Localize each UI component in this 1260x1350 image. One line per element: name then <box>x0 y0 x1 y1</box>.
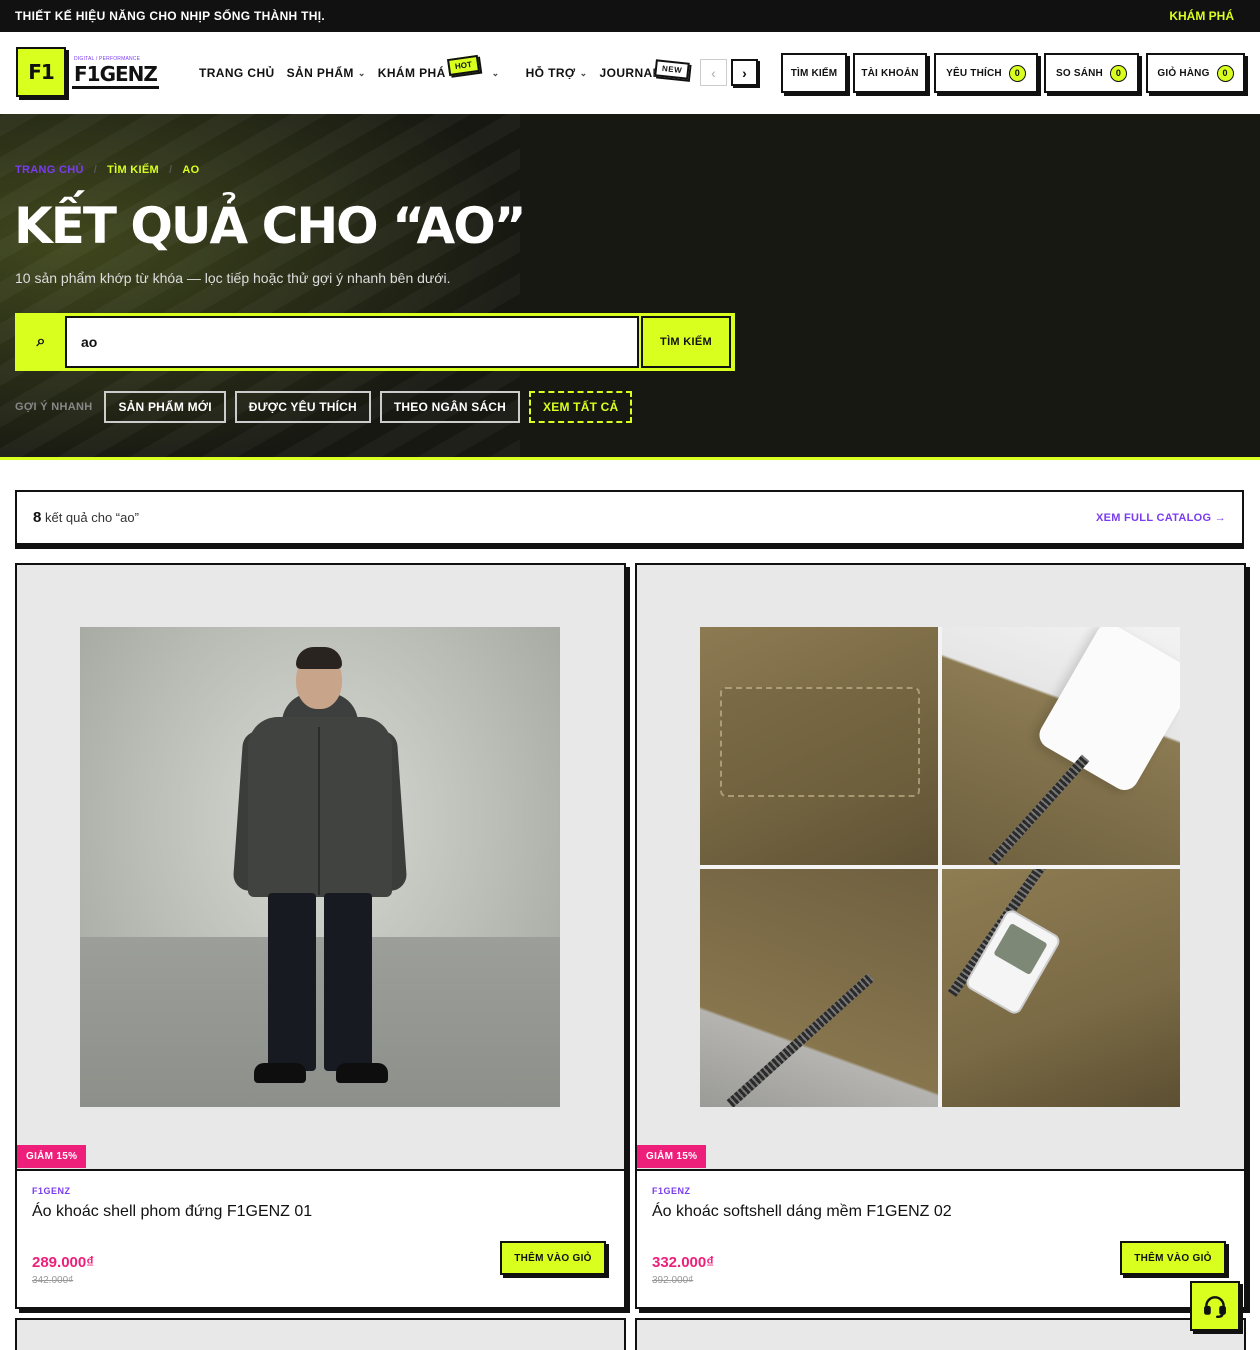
logo-wordmark: F1GENZ <box>72 62 159 89</box>
product-brand: F1GENZ <box>32 1186 71 1196</box>
breadcrumb-current: AO <box>182 164 200 176</box>
topbar-explore-link[interactable]: KHÁM PHÁ <box>1169 9 1234 23</box>
nav-item-support[interactable]: HỖ TRỢ ⌄ <box>526 66 588 80</box>
product-card[interactable] <box>15 1318 626 1350</box>
product-image-area[interactable]: GIẢM 15% <box>17 565 624 1171</box>
logo-mark: F1 <box>16 47 66 97</box>
product-image-area[interactable]: GIẢM 15% <box>637 565 1244 1171</box>
headset-icon <box>1204 1296 1226 1319</box>
product-price: 289.000₫ <box>32 1254 94 1271</box>
top-promo-bar: THIẾT KẾ HIỆU NĂNG CHO NHỊP SỐNG THÀNH T… <box>0 0 1260 32</box>
wishlist-count-badge: 0 <box>1008 64 1026 82</box>
product-old-price: 342.000₫ <box>32 1275 74 1286</box>
chevron-left-icon: ‹ <box>711 64 716 81</box>
add-to-cart-button[interactable]: THÊM VÀO GIỎ <box>500 1241 606 1275</box>
search-submit-button[interactable]: TÌM KIẾM <box>641 316 731 368</box>
chip-favorites[interactable]: ĐƯỢC YÊU THÍCH <box>234 391 371 423</box>
site-logo[interactable]: F1 DIGITAL / PERFORMANCE F1GENZ <box>16 47 159 97</box>
search-input[interactable] <box>65 316 639 368</box>
product-price: 332.000₫ <box>652 1254 714 1271</box>
product-card[interactable]: GIẢM 15% F1GENZ Áo khoác shell phom đứng… <box>15 563 626 1309</box>
nav-item-explore[interactable]: KHÁM PHÁ ⌄ <box>378 66 500 80</box>
header-account-button[interactable]: TÀI KHOẢN <box>853 53 927 93</box>
product-photo-jacket <box>80 627 560 1107</box>
main-nav: TRANG CHỦ SẢN PHẨM ⌄ KHÁM PHÁ ⌄ HỖ TRỢ ⌄ JO… <box>199 66 672 80</box>
chevron-down-icon: ⌄ <box>579 67 588 78</box>
product-photo-softshell <box>700 627 1180 1107</box>
page-subtitle: 10 sản phẩm khớp từ khóa — lọc tiếp hoặc… <box>15 270 451 286</box>
nav-item-home[interactable]: TRANG CHỦ <box>199 66 275 80</box>
page-title: KẾT QUẢ CHO “AO” <box>14 197 527 255</box>
chip-budget[interactable]: THEO NGÂN SÁCH <box>379 391 521 423</box>
nav-item-products[interactable]: SẢN PHẨM ⌄ <box>287 66 366 80</box>
breadcrumb-home[interactable]: TRANG CHỦ <box>15 164 84 176</box>
product-name[interactable]: Áo khoác shell phom đứng F1GENZ 01 <box>32 1203 312 1221</box>
full-catalog-link[interactable]: XEM FULL CATALOG → <box>1096 512 1226 524</box>
header-search-button[interactable]: TÌM KIẾM <box>781 53 847 93</box>
header-compare-button[interactable]: SO SÁNH 0 <box>1044 53 1139 93</box>
search-form: ⌕ TÌM KIẾM <box>15 313 735 371</box>
header-cart-button[interactable]: GIỎ HÀNG 0 <box>1146 53 1245 93</box>
nav-item-journal[interactable]: JOURNAL <box>600 66 661 80</box>
chip-new-products[interactable]: SẢN PHẨM MỚI <box>104 391 226 423</box>
nav-scroll-next-button[interactable]: › <box>731 59 758 86</box>
header-wishlist-button[interactable]: YÊU THÍCH 0 <box>934 53 1038 93</box>
product-card[interactable] <box>635 1318 1246 1350</box>
cart-count-badge: 0 <box>1216 64 1234 82</box>
quick-suggestions: GỢI Ý NHANH SẢN PHẨM MỚI ĐƯỢC YÊU THÍCH … <box>15 391 641 423</box>
nav-scroll-prev-button[interactable]: ‹ <box>700 59 727 86</box>
add-to-cart-button[interactable]: THÊM VÀO GIỎ <box>1120 1241 1226 1275</box>
site-header: F1 DIGITAL / PERFORMANCE F1GENZ TRANG CH… <box>0 32 1260 114</box>
chevron-down-icon: ⌄ <box>357 67 366 78</box>
results-summary-bar: 8 kết quả cho “ao” XEM FULL CATALOG → <box>15 490 1244 545</box>
product-card[interactable]: GIẢM 15% F1GENZ Áo khoác softshell dáng … <box>635 563 1246 1309</box>
discount-badge: GIẢM 15% <box>637 1145 707 1168</box>
breadcrumb: TRANG CHỦ / TÌM KIẾM / AO <box>15 164 200 176</box>
chevron-right-icon: › <box>742 64 747 81</box>
results-count: 8 kết quả cho “ao” <box>33 509 139 526</box>
product-old-price: 392.000₫ <box>652 1275 694 1286</box>
chevron-down-icon: ⌄ <box>491 67 500 78</box>
product-brand: F1GENZ <box>652 1186 691 1196</box>
search-icon: ⌕ <box>36 333 46 350</box>
new-badge: NEW <box>654 59 690 80</box>
quick-suggestions-label: GỢI Ý NHANH <box>15 401 93 413</box>
breadcrumb-search[interactable]: TÌM KIẾM <box>107 164 159 176</box>
chip-view-all[interactable]: XEM TẤT CẢ <box>529 391 633 423</box>
promo-text: THIẾT KẾ HIỆU NĂNG CHO NHỊP SỐNG THÀNH T… <box>15 9 326 23</box>
search-hero: TRANG CHỦ / TÌM KIẾM / AO KẾT QUẢ CHO “A… <box>0 114 1260 460</box>
support-chat-button[interactable] <box>1190 1281 1240 1331</box>
product-name[interactable]: Áo khoác softshell dáng mềm F1GENZ 02 <box>652 1203 952 1221</box>
discount-badge: GIẢM 15% <box>17 1145 87 1168</box>
compare-count-badge: 0 <box>1109 64 1127 82</box>
